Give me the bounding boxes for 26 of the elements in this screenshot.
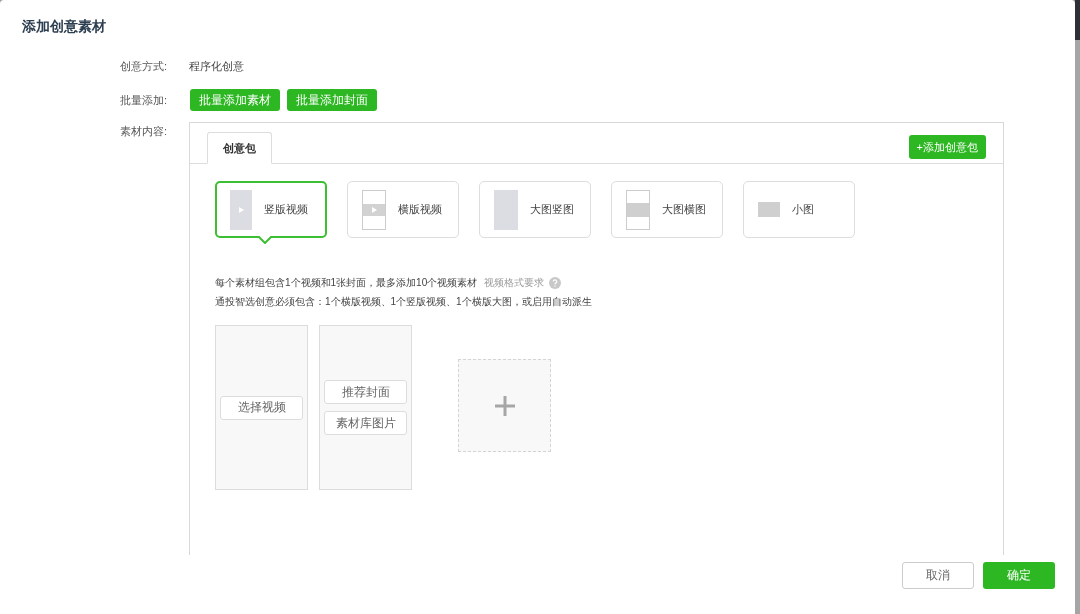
cancel-button[interactable]: 取消 [902, 562, 974, 589]
field-label: 创意方式: [120, 59, 169, 73]
cover-source-button[interactable]: 素材库图片 [324, 411, 407, 435]
format-option[interactable]: 竖版视频 [215, 181, 327, 238]
vertical-video-icon [230, 189, 252, 230]
field-label: 素材内容: [120, 124, 169, 139]
cover-source-button[interactable]: 推荐封面 [324, 380, 407, 404]
horizontal-image-icon [626, 189, 650, 230]
tab[interactable]: 创意包 [207, 132, 272, 164]
format-option[interactable]: 小图 [743, 181, 855, 238]
format-option[interactable]: 大图竖图 [479, 181, 591, 238]
info-text: 每个素材组包含1个视频和1张封面，最多添加10个视频素材 [215, 276, 478, 290]
help-icon[interactable] [549, 276, 562, 289]
dialog-title: 添加创意素材 [21, 17, 107, 36]
format-option[interactable]: 大图横图 [611, 181, 723, 238]
info-text: 通投智选创意必须包含：1个横版视频、1个竖版视频、1个横版大图，或启用自动派生 [215, 295, 593, 309]
field-value: 程序化创意 [189, 59, 244, 73]
horizontal-video-icon [362, 189, 386, 230]
add-material-button[interactable] [458, 359, 551, 452]
field-label: 批量添加: [120, 93, 169, 108]
plus-icon [494, 395, 515, 416]
vertical-image-icon [494, 189, 518, 230]
format-option[interactable]: 横版视频 [347, 181, 459, 238]
small-image-icon [758, 202, 780, 217]
pointer-icon [258, 236, 272, 244]
select-video-button[interactable]: 选择视频 [220, 395, 303, 420]
